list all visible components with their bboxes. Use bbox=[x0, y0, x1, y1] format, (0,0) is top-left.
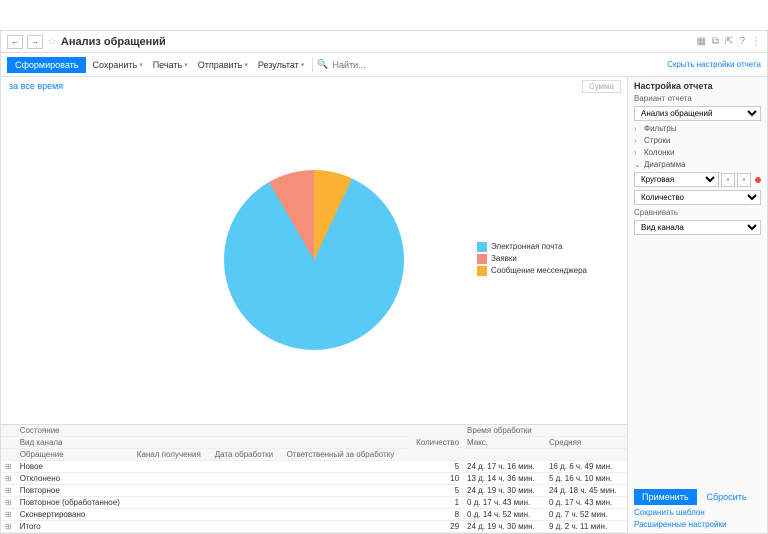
apply-button[interactable]: Применить bbox=[634, 489, 697, 505]
menu-icon[interactable]: ⋮ bbox=[751, 36, 761, 47]
chart-legend: Электронная почта Заявки Сообщение мессенд… bbox=[477, 242, 587, 278]
expand-icon[interactable]: ⊞ bbox=[1, 497, 16, 509]
advanced-settings-link[interactable]: Расширенные настройки bbox=[634, 520, 761, 529]
expand-icon[interactable]: ⊞ bbox=[1, 473, 16, 485]
legend-item: Заявки bbox=[477, 254, 587, 264]
save-template-link[interactable]: Сохранить шаблон bbox=[634, 508, 761, 517]
copy-icon[interactable]: ⧉ bbox=[712, 36, 719, 47]
print-button[interactable]: Печать▾ bbox=[149, 58, 192, 72]
filters-section[interactable]: ›Фильтры bbox=[634, 124, 761, 133]
data-table: Состояние Количество Время обработки Вид… bbox=[1, 424, 627, 533]
help-icon[interactable]: ? bbox=[739, 36, 745, 47]
sidebar-title: Настройка отчета bbox=[634, 81, 761, 91]
table-row[interactable]: ⊞Итого2924 д. 19 ч. 30 мин.9 д. 2 ч. 11 … bbox=[1, 521, 627, 533]
pie-chart bbox=[224, 170, 404, 350]
generate-button[interactable]: Сформировать bbox=[7, 57, 86, 73]
col-responsible[interactable]: Ответственный за обработку bbox=[283, 449, 408, 461]
compare-label: Сравнивать bbox=[634, 208, 761, 217]
diagram-opt-1[interactable]: - bbox=[721, 173, 735, 187]
search-input[interactable] bbox=[331, 58, 452, 72]
expand-icon[interactable]: ⊞ bbox=[1, 485, 16, 497]
back-button[interactable]: ← bbox=[7, 35, 23, 49]
legend-item: Электронная почта bbox=[477, 242, 587, 252]
variant-select[interactable]: Анализ обращений bbox=[634, 106, 761, 121]
hide-settings-link[interactable]: Скрыть настройки отчета bbox=[667, 60, 761, 69]
link-icon[interactable]: ⇱ bbox=[725, 36, 733, 47]
period-link[interactable]: за все время bbox=[1, 77, 71, 95]
columns-section[interactable]: ›Колонки bbox=[634, 148, 761, 157]
send-button[interactable]: Отправить▾ bbox=[194, 58, 252, 72]
col-state[interactable]: Состояние bbox=[16, 425, 133, 437]
save-button[interactable]: Сохранить▾ bbox=[88, 58, 146, 72]
table-row[interactable]: ⊞Повторное (обработанное)10 д. 17 ч. 43 … bbox=[1, 497, 627, 509]
rows-section[interactable]: ›Строки bbox=[634, 136, 761, 145]
expand-icon[interactable]: ⊞ bbox=[1, 461, 16, 473]
search-icon: 🔍 bbox=[317, 59, 328, 70]
legend-item: Сообщение мессенджера bbox=[477, 266, 587, 276]
compare-select[interactable]: Вид канала bbox=[634, 220, 761, 235]
expand-icon[interactable]: ⊞ bbox=[1, 521, 16, 533]
variant-label: Вариант отчета bbox=[634, 94, 761, 103]
diagram-opt-2[interactable]: - bbox=[737, 173, 751, 187]
col-channel[interactable]: Канал получения bbox=[133, 449, 211, 461]
table-row[interactable]: ⊞Сконвертировано80 д. 14 ч. 52 мин.0 д. … bbox=[1, 509, 627, 521]
result-button[interactable]: Результат▾ bbox=[254, 58, 308, 72]
reset-button[interactable]: Сбросить bbox=[701, 489, 753, 505]
forward-button[interactable]: → bbox=[27, 35, 43, 49]
favorite-icon[interactable]: ☆ bbox=[47, 35, 57, 48]
col-proc-time[interactable]: Время обработки bbox=[463, 425, 627, 437]
warning-dot-icon bbox=[755, 177, 761, 183]
grid-icon[interactable]: ▦ bbox=[696, 36, 705, 47]
table-row[interactable]: ⊞Повторное524 д. 19 ч. 30 мин.24 д. 18 ч… bbox=[1, 485, 627, 497]
page-title: Анализ обращений bbox=[61, 36, 166, 48]
diagram-section[interactable]: ⌄Диаграмма bbox=[634, 160, 761, 169]
expand-icon[interactable]: ⊞ bbox=[1, 509, 16, 521]
chart-area: Электронная почта Заявки Сообщение мессенд… bbox=[1, 95, 627, 424]
table-row[interactable]: ⊞Новое524 д. 17 ч. 16 мин.16 д. 6 ч. 49 … bbox=[1, 461, 627, 473]
col-request[interactable]: Обращение bbox=[16, 449, 133, 461]
col-channel-type[interactable]: Вид канала bbox=[16, 437, 133, 449]
table-row[interactable]: ⊞Отклонено1013 д. 14 ч. 36 мин.5 д. 16 ч… bbox=[1, 473, 627, 485]
col-max[interactable]: Макс. bbox=[463, 437, 545, 449]
col-date[interactable]: Дата обработки bbox=[211, 449, 283, 461]
col-avg[interactable]: Средняя bbox=[545, 437, 627, 449]
diagram-type-select[interactable]: Круговая bbox=[634, 172, 719, 187]
sum-field[interactable]: Сумма bbox=[582, 80, 621, 93]
col-count[interactable]: Количество bbox=[408, 425, 463, 461]
measure-select[interactable]: Количество bbox=[634, 190, 761, 205]
